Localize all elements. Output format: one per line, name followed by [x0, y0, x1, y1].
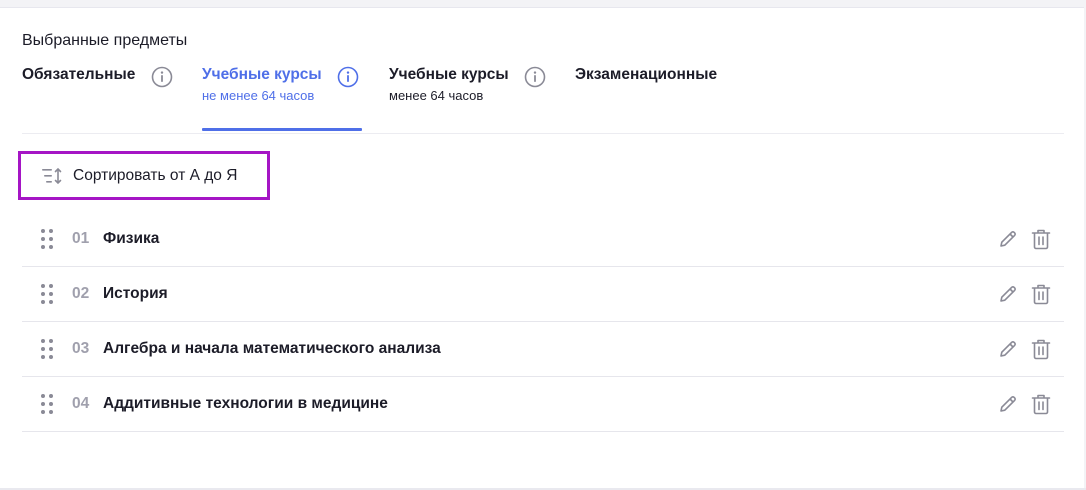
sort-az-button[interactable]: Сортировать от А до Я [18, 151, 270, 200]
sort-label: Сортировать от А до Я [73, 166, 238, 184]
subject-number: 04 [72, 395, 90, 412]
info-icon[interactable] [150, 65, 174, 89]
subject-name: Алгебра и начала математического анализа [103, 340, 441, 357]
subject-name: История [103, 285, 168, 302]
divider [22, 133, 1064, 134]
edit-icon[interactable] [997, 392, 1019, 416]
delete-icon[interactable] [1030, 282, 1052, 306]
tab-sublabel: не менее 64 часов [202, 88, 315, 103]
info-icon[interactable] [523, 65, 547, 89]
row-actions [997, 227, 1052, 251]
drag-handle-icon[interactable] [40, 283, 56, 305]
tab-sublabel: менее 64 часов [389, 88, 484, 103]
tab-courses-64plus[interactable]: Учебные курсы не менее 64 часов [202, 66, 322, 103]
row-actions [997, 282, 1052, 306]
subject-name: Аддитивные технологии в медицине [103, 395, 388, 412]
subject-row[interactable]: 03 Алгебра и начала математического анали… [22, 322, 1064, 377]
delete-icon[interactable] [1030, 337, 1052, 361]
subject-name: Физика [103, 230, 160, 247]
tab-courses-under64[interactable]: Учебные курсы менее 64 часов [389, 66, 509, 103]
tab-exam[interactable]: Экзаменационные [575, 66, 717, 84]
edit-icon[interactable] [997, 337, 1019, 361]
tab-label: Обязательные [22, 66, 136, 83]
section-title: Выбранные предметы [22, 32, 188, 49]
active-tab-indicator [202, 128, 362, 131]
subject-row[interactable]: 04 Аддитивные технологии в медицине [22, 377, 1064, 432]
tab-label: Учебные курсы [389, 66, 509, 83]
tab-label: Учебные курсы [202, 66, 322, 83]
subject-list: 01 Физика 02 История 03 Алгебра и начала мате… [22, 212, 1064, 432]
subject-number: 02 [72, 285, 90, 302]
drag-handle-icon[interactable] [40, 228, 56, 250]
subject-number: 03 [72, 340, 90, 357]
row-actions [997, 392, 1052, 416]
sort-icon [41, 167, 63, 185]
delete-icon[interactable] [1030, 392, 1052, 416]
tab-label: Экзаменационные [575, 66, 718, 83]
edit-icon[interactable] [997, 282, 1019, 306]
subject-number: 01 [72, 230, 90, 247]
drag-handle-icon[interactable] [40, 338, 56, 360]
tab-mandatory[interactable]: Обязательные [22, 66, 135, 84]
tabs-bar: Обязательные Учебные курсы не менее 64 ч… [22, 66, 1062, 133]
row-actions [997, 337, 1052, 361]
drag-handle-icon[interactable] [40, 393, 56, 415]
subject-row[interactable]: 02 История [22, 267, 1064, 322]
subject-row[interactable]: 01 Физика [22, 212, 1064, 267]
selected-subjects-card: Выбранные предметы Обязательные Учебные … [0, 7, 1084, 489]
info-icon[interactable] [336, 65, 360, 89]
delete-icon[interactable] [1030, 227, 1052, 251]
edit-icon[interactable] [997, 227, 1019, 251]
